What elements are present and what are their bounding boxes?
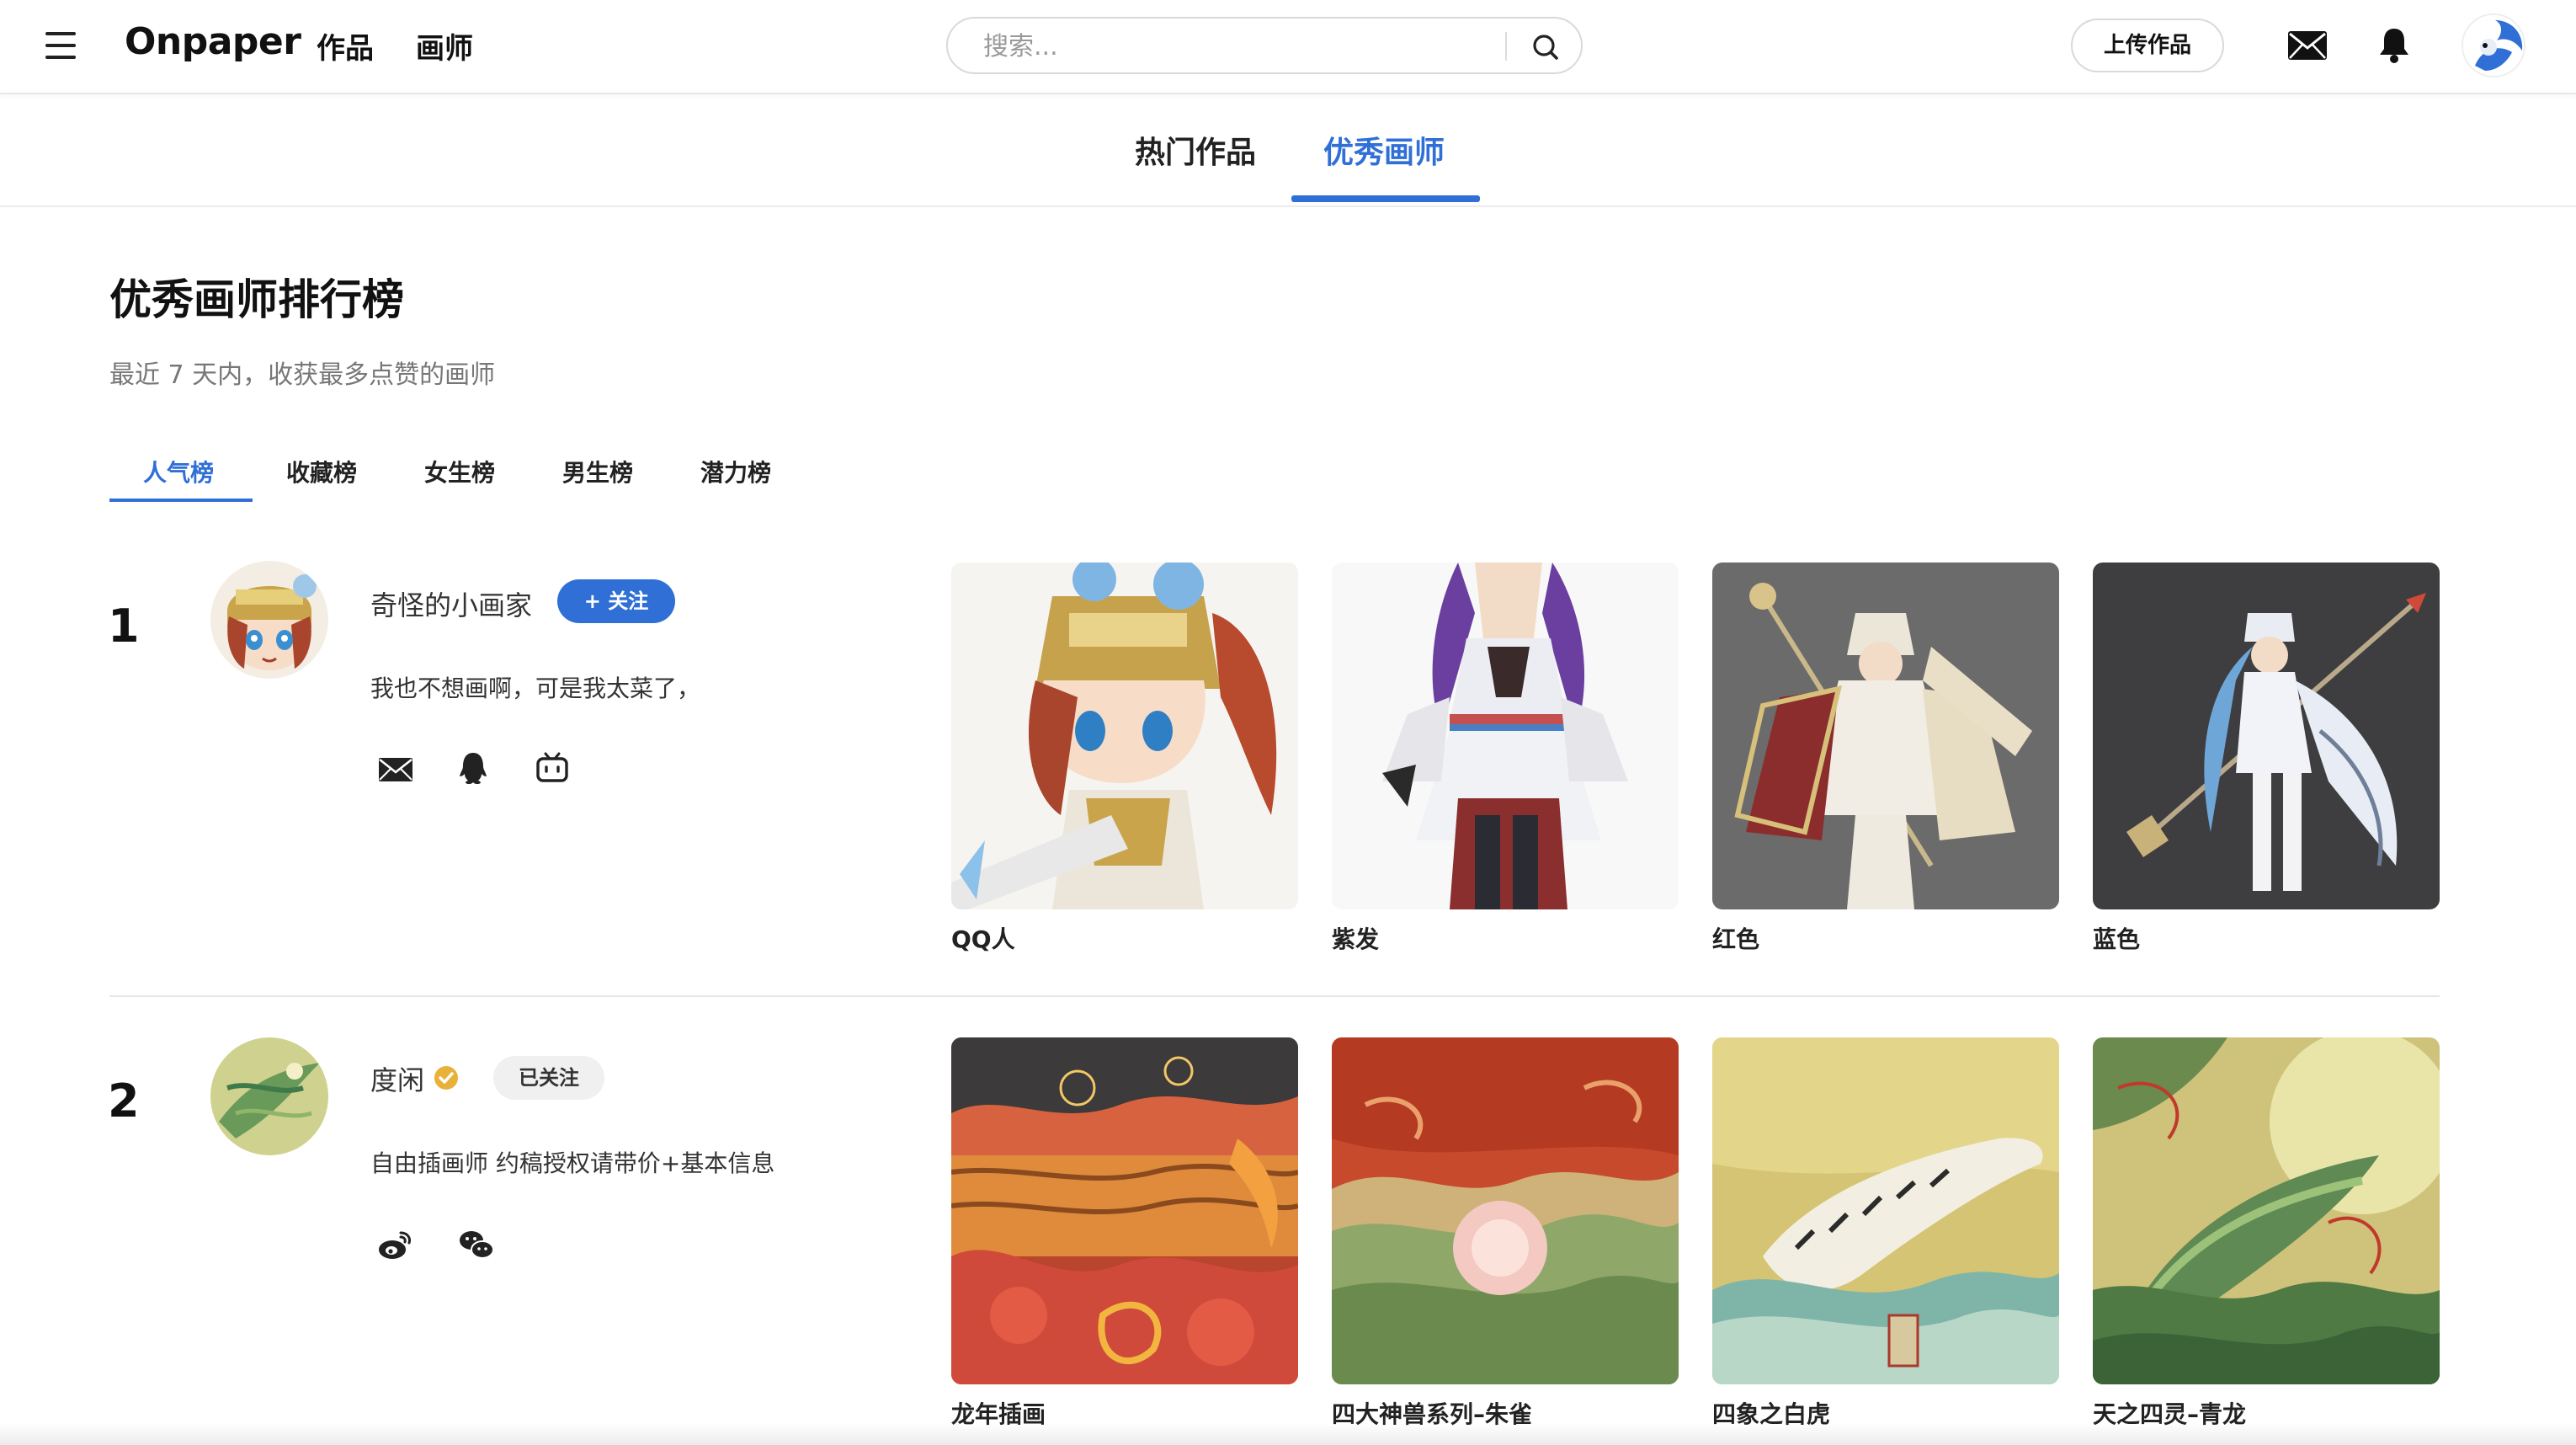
following-button[interactable]: 已关注 — [493, 1056, 604, 1100]
artwork-thumbnail[interactable] — [1712, 563, 2059, 909]
subtab-indicator — [109, 499, 253, 502]
tab-hot-works[interactable]: 热门作品 — [1135, 128, 1256, 172]
notification-bell-icon[interactable] — [2377, 25, 2411, 64]
search-icon[interactable] — [1527, 29, 1564, 66]
artist-bio: 自由插画师 约稿授权请带价+基本信息 — [370, 1149, 775, 1177]
tab-excellent-artists[interactable]: 优秀画师 — [1323, 128, 1445, 172]
top-navigation-bar: Onpaper 作品 画师 上传作品 — [0, 0, 2576, 94]
upload-work-button[interactable]: 上传作品 — [2071, 19, 2224, 72]
follow-button[interactable]: + 关注 — [557, 579, 675, 623]
site-logo[interactable]: Onpaper — [125, 20, 301, 63]
subtab-favorites[interactable]: 收藏榜 — [286, 455, 357, 488]
artist-avatar[interactable] — [210, 1037, 328, 1155]
subtab-male[interactable]: 男生榜 — [562, 455, 633, 488]
artist-name[interactable]: 度闲 — [370, 1059, 424, 1098]
nav-link-artists[interactable]: 画师 — [416, 25, 473, 67]
artwork-title[interactable]: 蓝色 — [2093, 921, 2140, 955]
artist-name[interactable]: 奇怪的小画家 — [370, 584, 532, 623]
artwork-thumbnail[interactable] — [2093, 563, 2440, 909]
artwork-title[interactable]: 红色 — [1712, 921, 1759, 955]
artwork-thumbnail[interactable] — [1332, 1037, 1679, 1384]
row-divider — [109, 995, 2440, 997]
artist-bio: 我也不想画啊，可是我太菜了， — [370, 675, 701, 702]
search-divider — [1505, 32, 1507, 61]
artwork-thumbnail[interactable] — [951, 563, 1298, 909]
page-subtitle: 最近 7 天内，收获最多点赞的画师 — [109, 360, 496, 390]
messages-mail-icon[interactable] — [2286, 29, 2329, 62]
subtab-potential[interactable]: 潜力榜 — [700, 455, 771, 488]
page-title: 优秀画师排行榜 — [109, 275, 404, 324]
artwork-thumbnail[interactable] — [1712, 1037, 2059, 1384]
mail-icon[interactable] — [377, 751, 414, 788]
nav-link-works[interactable]: 作品 — [317, 25, 374, 67]
search-input[interactable] — [982, 25, 1507, 67]
main-tabs: 热门作品 优秀画师 — [0, 94, 2576, 207]
artwork-title[interactable]: QQ人 — [951, 921, 1015, 955]
bilibili-icon[interactable] — [534, 749, 571, 786]
user-avatar[interactable] — [2462, 13, 2525, 77]
hamburger-menu-icon[interactable] — [44, 32, 77, 61]
weibo-icon[interactable] — [377, 1226, 414, 1263]
artist-avatar[interactable] — [210, 561, 328, 679]
subtab-popularity[interactable]: 人气榜 — [143, 455, 214, 488]
search-box — [946, 17, 1583, 74]
subtab-female[interactable]: 女生榜 — [424, 455, 495, 488]
artwork-title[interactable]: 紫发 — [1332, 921, 1379, 955]
artwork-thumbnail[interactable] — [951, 1037, 1298, 1384]
artwork-thumbnail[interactable] — [1332, 563, 1679, 909]
active-tab-indicator — [1291, 195, 1480, 202]
artist-rank: 2 — [108, 1074, 140, 1128]
wechat-icon[interactable] — [458, 1226, 495, 1263]
qq-icon[interactable] — [455, 749, 492, 786]
artwork-thumbnail[interactable] — [2093, 1037, 2440, 1384]
artist-rank: 1 — [108, 600, 140, 653]
bottom-edge-shadow — [0, 1423, 2576, 1445]
verified-badge-icon — [433, 1064, 460, 1091]
